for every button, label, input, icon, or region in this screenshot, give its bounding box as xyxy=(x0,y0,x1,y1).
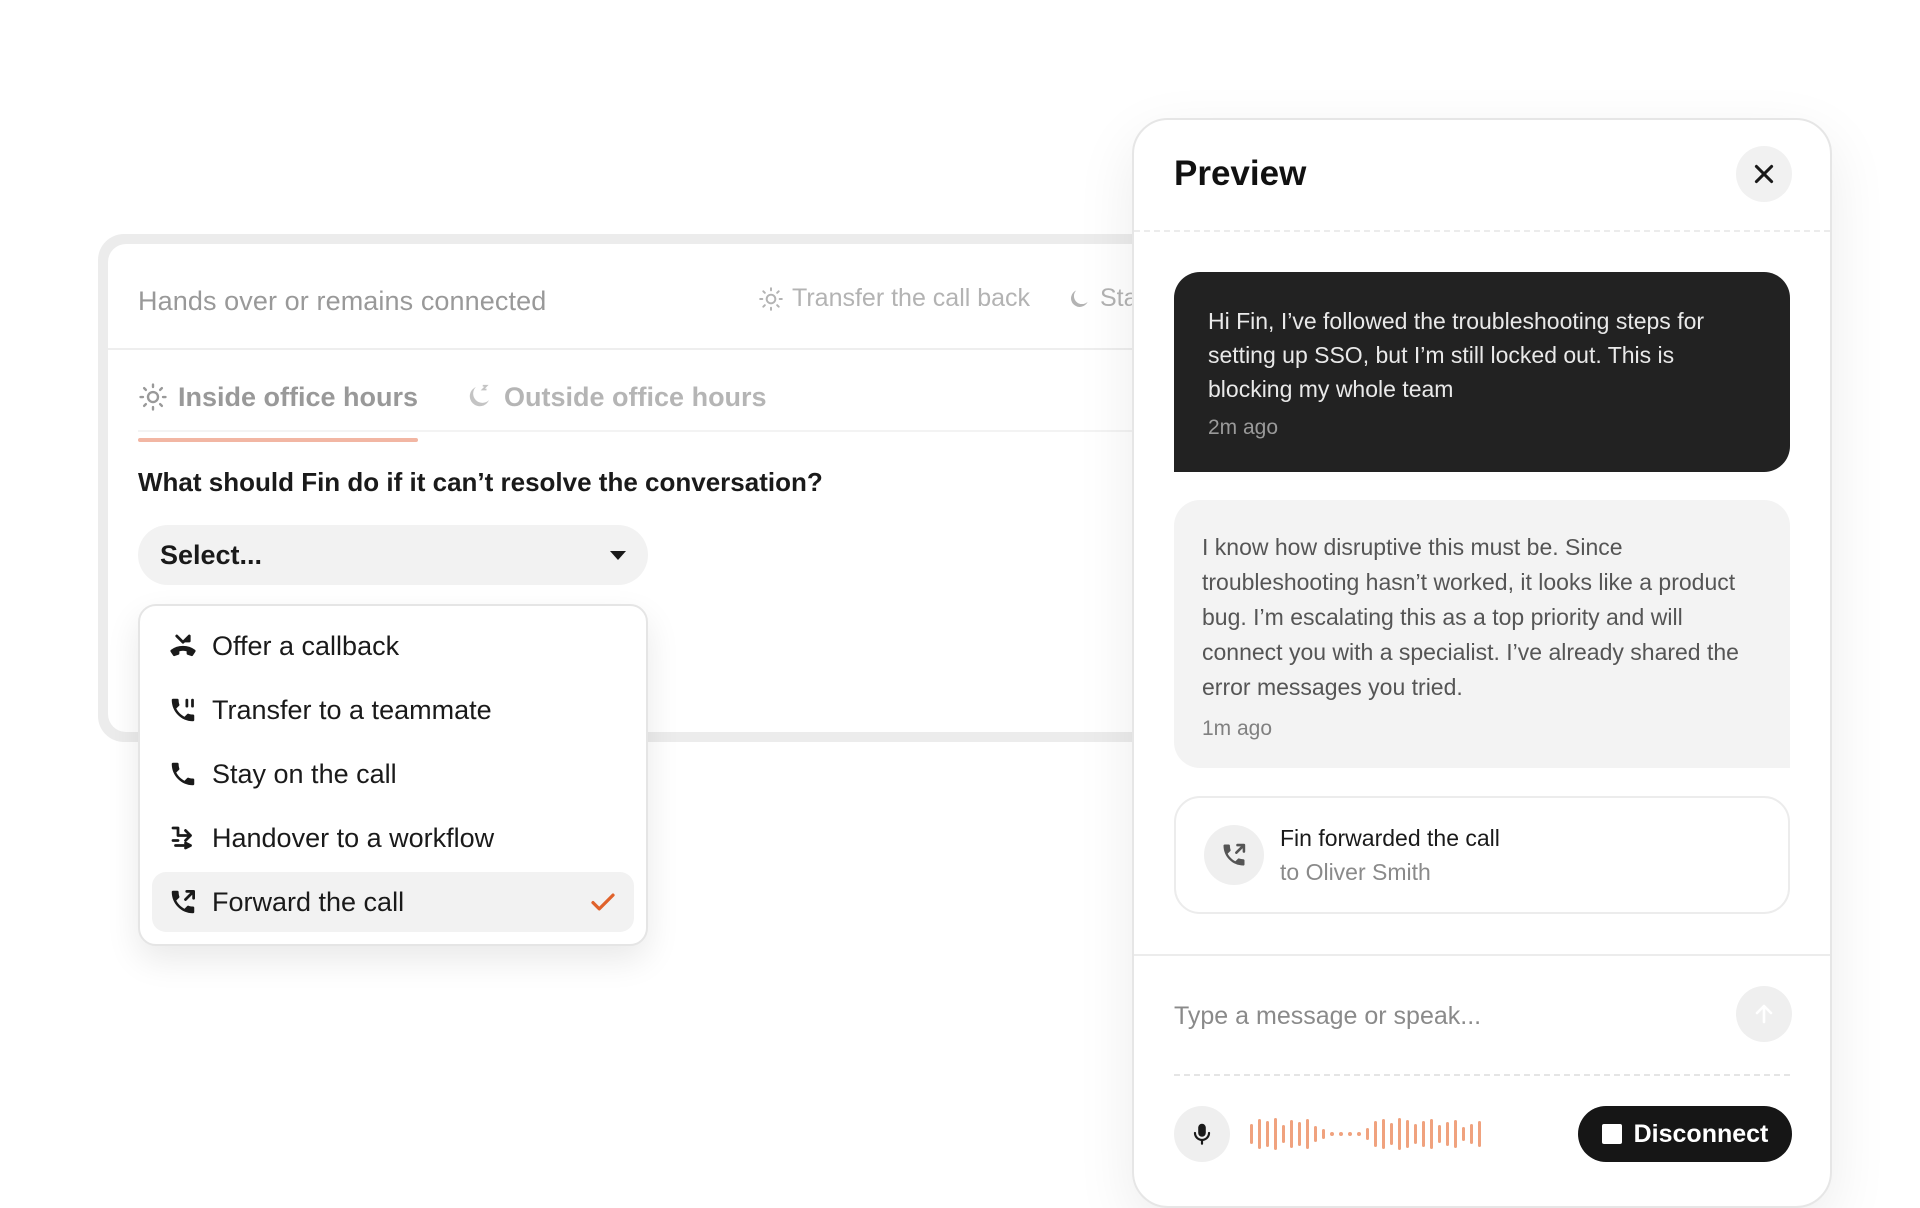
audio-waveform xyxy=(1250,1110,1540,1158)
phone-icon xyxy=(171,762,195,786)
tab-label: Outside office hours xyxy=(504,381,767,412)
menu-item-stay-on-call[interactable]: Stay on the call xyxy=(152,744,634,804)
arrow-up-icon xyxy=(1755,1004,1773,1024)
waveform-bar xyxy=(1306,1119,1309,1149)
waveform-bar xyxy=(1322,1129,1325,1139)
waveform-bar xyxy=(1366,1128,1369,1140)
moon-icon xyxy=(1071,289,1088,307)
settings-header-title: Hands over or remains connected xyxy=(138,286,547,316)
waveform-bar xyxy=(1266,1121,1269,1147)
disconnect-label: Disconnect xyxy=(1633,1119,1769,1148)
sun-icon xyxy=(139,383,167,411)
stop-icon xyxy=(1601,1124,1622,1144)
phone-transfer-icon xyxy=(171,698,195,722)
chip-label: Transfer the call back xyxy=(792,284,1031,312)
resolution-question: What should Fin do if it can’t resolve t… xyxy=(138,467,823,497)
menu-item-transfer-teammate[interactable]: Transfer to a teammate xyxy=(152,680,634,740)
event-title: Fin forwarded the call xyxy=(1280,825,1500,851)
fin-message-time: 1m ago xyxy=(1202,717,1273,740)
message-input[interactable] xyxy=(1174,990,1714,1042)
send-button[interactable] xyxy=(1736,986,1792,1042)
microphone-icon xyxy=(1193,1123,1211,1145)
waveform-bar xyxy=(1470,1124,1473,1144)
waveform-bar xyxy=(1390,1123,1393,1145)
select-value: Select... xyxy=(160,539,263,570)
action-select[interactable]: Select... xyxy=(138,525,648,585)
waveform-bar xyxy=(1454,1120,1457,1148)
menu-item-forward-call[interactable]: Forward the call xyxy=(152,872,634,932)
tab-label: Inside office hours xyxy=(178,381,419,412)
menu-item-label: Transfer to a teammate xyxy=(212,694,492,725)
preview-panel: Preview Hi Fin, I’ve followed the troubl… xyxy=(1132,118,1832,1208)
waveform-dot xyxy=(1357,1132,1361,1136)
microphone-button[interactable] xyxy=(1174,1106,1230,1162)
waveform-bar xyxy=(1414,1124,1417,1144)
waveform-bar xyxy=(1290,1120,1293,1148)
waveform-bar xyxy=(1478,1121,1481,1147)
menu-item-offer-callback[interactable]: Offer a callback xyxy=(152,616,634,676)
call-forwarded-event: Fin forwarded the call to Oliver Smith xyxy=(1174,796,1790,914)
user-message-bubble: Hi Fin, I’ve followed the troubleshootin… xyxy=(1174,272,1790,472)
tab-inside-office-hours[interactable]: Inside office hours xyxy=(138,374,419,442)
menu-item-handover-workflow[interactable]: Handover to a workflow xyxy=(152,808,634,868)
waveform-bar xyxy=(1258,1119,1261,1149)
action-dropdown-menu: Offer a callback Transfer to a teammate … xyxy=(138,604,648,946)
waveform-bar xyxy=(1382,1119,1385,1149)
waveform-bar xyxy=(1398,1118,1401,1150)
menu-item-label: Offer a callback xyxy=(212,630,400,661)
menu-item-label: Handover to a workflow xyxy=(212,822,495,853)
waveform-dot xyxy=(1339,1132,1343,1136)
waveform-bar xyxy=(1274,1118,1277,1150)
checkmark-icon xyxy=(591,893,615,911)
menu-item-label: Stay on the call xyxy=(212,758,397,789)
waveform-bar xyxy=(1406,1120,1409,1148)
stay-chip[interactable]: Sta xyxy=(1066,284,1138,313)
moon-icon xyxy=(469,384,490,407)
user-message-text: Hi Fin, I’ve followed the troubleshootin… xyxy=(1208,308,1705,402)
composer-dashed-divider xyxy=(1174,1074,1790,1076)
workflow-icon xyxy=(171,826,192,850)
disconnect-button[interactable]: Disconnect xyxy=(1578,1106,1792,1162)
fin-message-bubble: I know how disruptive this must be. Sinc… xyxy=(1174,500,1790,768)
fin-message-text: I know how disruptive this must be. Sinc… xyxy=(1202,534,1739,700)
close-button[interactable] xyxy=(1736,146,1792,202)
event-icon-wrap xyxy=(1204,825,1264,885)
settings-header: Hands over or remains connected Transfer… xyxy=(108,244,1248,350)
waveform-dot xyxy=(1330,1132,1334,1136)
waveform-bar xyxy=(1438,1125,1441,1143)
composer-divider xyxy=(1134,954,1830,956)
waveform-bar xyxy=(1462,1127,1465,1141)
waveform-bar xyxy=(1314,1126,1317,1142)
phone-forward-icon xyxy=(1223,843,1246,866)
phone-forward-icon xyxy=(171,890,195,914)
tab-divider xyxy=(138,430,1248,432)
sun-icon xyxy=(759,286,783,311)
waveform-bar xyxy=(1430,1119,1433,1149)
event-text: Fin forwarded the call to Oliver Smith xyxy=(1280,821,1500,889)
menu-item-label: Forward the call xyxy=(212,886,405,917)
waveform-bar xyxy=(1446,1122,1449,1146)
user-message-time: 2m ago xyxy=(1208,416,1279,439)
close-icon xyxy=(1754,164,1774,184)
waveform-bar xyxy=(1422,1121,1425,1147)
tab-outside-office-hours[interactable]: Outside office hours xyxy=(464,374,767,420)
transfer-call-back-chip[interactable]: Transfer the call back xyxy=(758,284,1030,313)
callback-icon xyxy=(170,634,196,657)
waveform-dot xyxy=(1348,1132,1352,1136)
waveform-bar xyxy=(1282,1125,1285,1143)
office-hours-tabs: Inside office hours Outside office hours xyxy=(138,374,767,442)
waveform-bar xyxy=(1298,1122,1301,1146)
preview-header: Preview xyxy=(1134,120,1830,232)
preview-title: Preview xyxy=(1174,154,1307,193)
waveform-bar xyxy=(1374,1121,1377,1147)
event-subtitle: to Oliver Smith xyxy=(1280,859,1431,885)
caret-down-icon xyxy=(610,550,626,560)
waveform-bar xyxy=(1250,1124,1253,1144)
